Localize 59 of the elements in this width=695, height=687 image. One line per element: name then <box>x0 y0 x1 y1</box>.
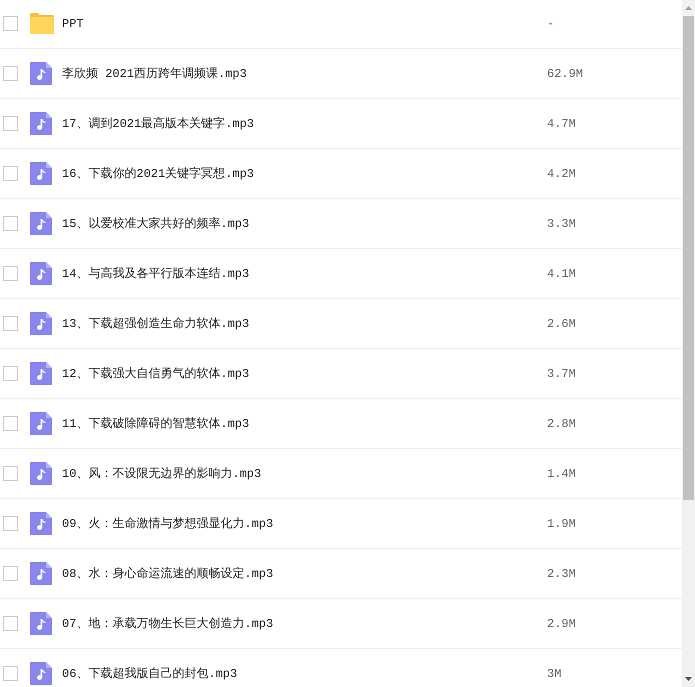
music-file-icon <box>30 362 52 385</box>
file-size: 62.9M <box>547 66 584 80</box>
file-name[interactable]: 16、下载你的2021关键字冥想.mp3 <box>62 165 547 182</box>
music-file-icon <box>30 512 52 535</box>
music-file-icon <box>30 612 52 635</box>
folder-icon <box>30 13 54 34</box>
scroll-down-icon[interactable] <box>685 677 692 681</box>
scrollbar[interactable] <box>682 0 695 687</box>
file-name[interactable]: 17、调到2021最高版本关键字.mp3 <box>62 115 547 132</box>
file-size: 2.3M <box>547 566 577 580</box>
file-size: 1.9M <box>547 516 577 530</box>
checkbox[interactable] <box>3 666 18 681</box>
checkbox[interactable] <box>3 616 18 631</box>
music-file-icon <box>30 212 52 235</box>
file-size: 3.3M <box>547 216 577 230</box>
checkbox[interactable] <box>3 166 18 181</box>
checkbox[interactable] <box>3 316 18 331</box>
file-name[interactable]: 11、下载破除障碍的智慧软体.mp3 <box>62 415 547 432</box>
music-file-icon <box>30 162 52 185</box>
checkbox[interactable] <box>3 116 18 131</box>
file-size: - <box>547 16 556 30</box>
file-name[interactable]: 14、与高我及各平行版本连结.mp3 <box>62 265 547 282</box>
file-size: 2.8M <box>547 416 577 430</box>
file-name[interactable]: 07、地：承载万物生长巨大创造力.mp3 <box>62 615 547 632</box>
file-name[interactable]: 13、下载超强创造生命力软体.mp3 <box>62 315 547 332</box>
checkbox[interactable] <box>3 416 18 431</box>
music-file-icon <box>30 312 52 335</box>
file-size: 2.9M <box>547 616 577 630</box>
checkbox[interactable] <box>3 566 18 581</box>
checkbox[interactable] <box>3 266 18 281</box>
file-name[interactable]: 10、风：不设限无边界的影响力.mp3 <box>62 465 547 482</box>
checkbox[interactable] <box>3 366 18 381</box>
music-file-icon <box>30 462 52 485</box>
scroll-up-icon[interactable] <box>685 6 692 10</box>
music-file-icon <box>30 562 52 585</box>
file-name[interactable]: 08、水：身心命运流速的顺畅设定.mp3 <box>62 565 547 582</box>
checkbox[interactable] <box>3 66 18 81</box>
file-size: 2.6M <box>547 316 577 330</box>
music-file-icon <box>30 62 52 85</box>
checkbox[interactable] <box>3 516 18 531</box>
music-file-icon <box>30 262 52 285</box>
music-file-icon <box>30 412 52 435</box>
file-size: 1.4M <box>547 466 577 480</box>
file-size: 4.2M <box>547 166 577 180</box>
file-size: 3.7M <box>547 366 577 380</box>
file-size: 3M <box>547 666 562 680</box>
checkbox[interactable] <box>3 216 18 231</box>
file-name[interactable]: 12、下载强大自信勇气的软体.mp3 <box>62 365 547 382</box>
music-file-icon <box>30 112 52 135</box>
checkbox[interactable] <box>3 466 18 481</box>
file-name[interactable]: 李欣频 2021西历跨年调频课.mp3 <box>62 65 547 82</box>
file-name[interactable]: 15、以爱校准大家共好的频率.mp3 <box>62 215 547 232</box>
file-name[interactable]: PPT <box>62 16 547 30</box>
file-size: 4.1M <box>547 266 577 280</box>
file-name[interactable]: 06、下载超我版自己的封包.mp3 <box>62 665 547 682</box>
file-size: 4.7M <box>547 116 577 130</box>
checkbox[interactable] <box>3 16 18 31</box>
file-name[interactable]: 09、火：生命激情与梦想强显化力.mp3 <box>62 515 547 532</box>
scrollbar-thumb[interactable] <box>683 16 694 500</box>
